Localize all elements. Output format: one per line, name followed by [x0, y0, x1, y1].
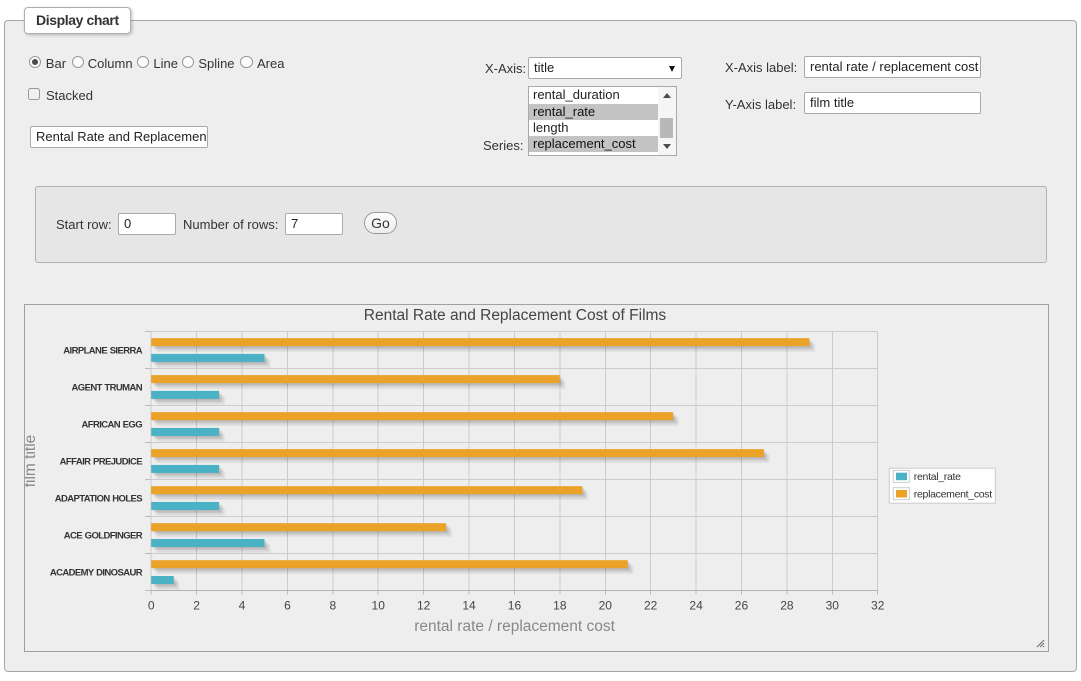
svg-text:ADAPTATION HOLES: ADAPTATION HOLES [55, 494, 142, 505]
svg-text:2: 2 [193, 599, 200, 613]
svg-text:replacement_cost: replacement_cost [914, 489, 992, 501]
svg-text:14: 14 [462, 599, 476, 613]
svg-text:16: 16 [508, 599, 522, 613]
svg-text:12: 12 [417, 599, 431, 613]
svg-text:28: 28 [780, 599, 794, 613]
svg-text:30: 30 [826, 599, 840, 613]
svg-text:24: 24 [689, 599, 703, 613]
svg-text:0: 0 [148, 599, 155, 613]
svg-text:ACE GOLDFINGER: ACE GOLDFINGER [64, 531, 143, 542]
svg-text:AFFAIR PREJUDICE: AFFAIR PREJUDICE [60, 457, 143, 468]
svg-text:6: 6 [284, 599, 291, 613]
svg-text:8: 8 [329, 599, 336, 613]
svg-text:AFRICAN EGG: AFRICAN EGG [81, 420, 142, 431]
svg-text:18: 18 [553, 599, 567, 613]
svg-text:film title: film title [25, 435, 39, 488]
svg-text:AIRPLANE SIERRA: AIRPLANE SIERRA [63, 346, 142, 357]
svg-text:26: 26 [735, 599, 749, 613]
svg-text:32: 32 [871, 599, 885, 613]
svg-text:AGENT TRUMAN: AGENT TRUMAN [72, 383, 143, 394]
svg-text:ACADEMY DINOSAUR: ACADEMY DINOSAUR [50, 568, 143, 579]
svg-text:10: 10 [372, 599, 386, 613]
svg-text:Rental Rate and Replacement Co: Rental Rate and Replacement Cost of Film… [364, 307, 667, 324]
svg-text:22: 22 [644, 599, 658, 613]
svg-text:20: 20 [599, 599, 613, 613]
svg-text:4: 4 [239, 599, 246, 613]
svg-text:rental rate / replacement cost: rental rate / replacement cost [414, 618, 615, 635]
svg-text:rental_rate: rental_rate [914, 471, 961, 483]
